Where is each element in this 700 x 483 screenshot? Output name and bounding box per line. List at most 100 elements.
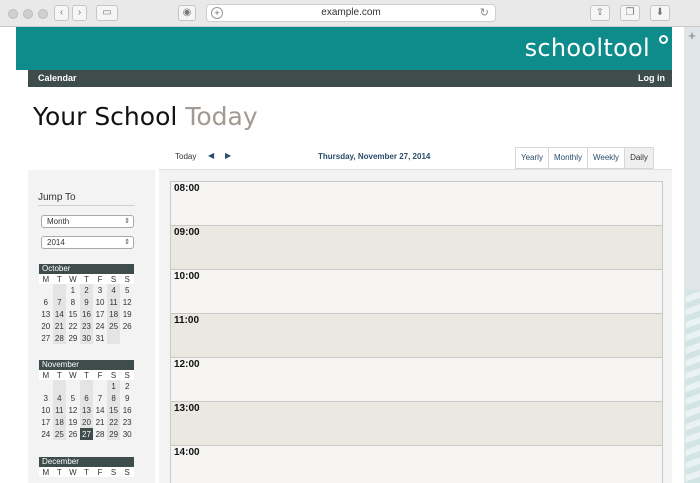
mini-calendar-november: November M T W T F S S 1 2 3 4 5 6 7 8 9 10 11 12 13 14 15 16 1…: [39, 360, 134, 440]
day-cell[interactable]: 25: [106, 320, 121, 332]
tab-weekly[interactable]: Weekly: [586, 147, 625, 169]
day-cell[interactable]: 20: [39, 320, 53, 332]
schooltool-logo[interactable]: schooltool: [525, 34, 650, 62]
day-cell[interactable]: 27: [79, 428, 94, 440]
day-cell[interactable]: 27: [39, 332, 53, 344]
day-cell[interactable]: 9: [79, 296, 94, 308]
day-cell[interactable]: 24: [93, 320, 107, 332]
day-cell[interactable]: 2: [79, 284, 94, 296]
day-cell[interactable]: 28: [52, 332, 67, 344]
tab-monthly[interactable]: Monthly: [547, 147, 587, 169]
day-cell[interactable]: 14: [52, 308, 67, 320]
day-cell[interactable]: 4: [52, 392, 67, 404]
day-cell[interactable]: 6: [79, 392, 94, 404]
day-cell[interactable]: 12: [66, 404, 80, 416]
day-cell[interactable]: 5: [66, 392, 80, 404]
day-cell[interactable]: 30: [120, 428, 134, 440]
add-tab-icon[interactable]: +: [686, 29, 698, 43]
day-cell[interactable]: 1: [106, 380, 121, 392]
day-cell[interactable]: 10: [93, 296, 107, 308]
day-cell[interactable]: 7: [52, 296, 67, 308]
today-link[interactable]: Today: [175, 152, 196, 161]
day-cell[interactable]: 17: [93, 308, 107, 320]
day-cell[interactable]: 8: [106, 392, 121, 404]
hour-slot[interactable]: 11:00: [171, 314, 662, 358]
day-cell[interactable]: 30: [79, 332, 94, 344]
day-cell[interactable]: 13: [79, 404, 94, 416]
day-cell[interactable]: 11: [52, 404, 67, 416]
hour-slot[interactable]: 10:00: [171, 270, 662, 314]
day-cell[interactable]: 29: [66, 332, 80, 344]
day-cell[interactable]: 26: [120, 320, 134, 332]
day-cell[interactable]: 26: [66, 428, 80, 440]
day-cell[interactable]: 8: [66, 296, 80, 308]
prev-day-icon[interactable]: ◀: [208, 151, 214, 160]
day-cell[interactable]: 18: [52, 416, 67, 428]
day-cell[interactable]: 23: [120, 416, 134, 428]
day-cell[interactable]: 29: [106, 428, 121, 440]
tabs-icon[interactable]: ❐: [620, 5, 640, 21]
year-select[interactable]: 2014 ⇕: [41, 236, 134, 249]
select-arrows-icon: ⇕: [124, 239, 130, 246]
tab-daily[interactable]: Daily: [624, 147, 654, 169]
day-cell[interactable]: 28: [93, 428, 107, 440]
day-cell[interactable]: 6: [39, 296, 53, 308]
day-cell[interactable]: 16: [120, 404, 134, 416]
share-privacy-icon[interactable]: ◉: [178, 5, 196, 21]
day-cell[interactable]: 9: [120, 392, 134, 404]
day-cell[interactable]: 3: [39, 392, 53, 404]
day-cell[interactable]: 24: [39, 428, 53, 440]
day-cell[interactable]: 13: [39, 308, 53, 320]
mini-calendar-month: October: [39, 264, 134, 274]
week-row: 17 18 19 20 21 22 23: [39, 416, 134, 428]
day-cell[interactable]: 15: [106, 404, 121, 416]
day-cell[interactable]: 19: [66, 416, 80, 428]
nav-calendar-link[interactable]: Calendar: [38, 73, 77, 83]
day-cell[interactable]: 2: [120, 380, 134, 392]
download-icon[interactable]: ⬇: [650, 5, 670, 21]
next-day-icon[interactable]: ▶: [225, 151, 231, 160]
day-cell[interactable]: 20: [79, 416, 94, 428]
maximize-window-icon[interactable]: [38, 9, 48, 19]
share-icon[interactable]: ⇪: [590, 5, 610, 21]
day-cell[interactable]: 7: [93, 392, 107, 404]
day-cell[interactable]: 22: [106, 416, 121, 428]
day-cell[interactable]: 1: [66, 284, 80, 296]
forward-button[interactable]: ›: [72, 5, 87, 21]
reload-icon[interactable]: ↻: [480, 5, 489, 21]
new-tab-icon[interactable]: +: [211, 7, 223, 19]
hour-slot[interactable]: 14:00: [171, 446, 662, 483]
day-cell[interactable]: 5: [120, 284, 134, 296]
day-cell[interactable]: 12: [120, 296, 134, 308]
address-bar[interactable]: + example.com ↻: [206, 4, 496, 22]
day-cell[interactable]: 19: [120, 308, 134, 320]
tab-yearly[interactable]: Yearly: [515, 147, 548, 169]
day-cell[interactable]: 17: [39, 416, 53, 428]
login-link[interactable]: Log in: [638, 73, 665, 83]
day-cell[interactable]: 21: [93, 416, 107, 428]
day-cell[interactable]: 21: [52, 320, 67, 332]
mini-calendar-grid: M T W T F S S 1 2 3 4 5 6 7 8 9 10 11 12 13 14 15 16 17 18 19 20 21…: [39, 370, 134, 440]
hour-slot[interactable]: 12:00: [171, 358, 662, 402]
day-cell[interactable]: 4: [106, 284, 121, 296]
day-cell[interactable]: 25: [52, 428, 67, 440]
minimize-window-icon[interactable]: [23, 9, 33, 19]
day-cell[interactable]: 14: [93, 404, 107, 416]
day-cell[interactable]: 11: [106, 296, 121, 308]
view-select[interactable]: Month ⇕: [41, 215, 134, 228]
day-cell[interactable]: 18: [106, 308, 121, 320]
day-cell[interactable]: 23: [79, 320, 94, 332]
hour-slot[interactable]: 09:00: [171, 226, 662, 270]
hour-slot[interactable]: 08:00: [171, 182, 662, 226]
day-cell[interactable]: 22: [66, 320, 80, 332]
sidebar-toggle-icon[interactable]: ▭: [96, 5, 118, 21]
hour-slot[interactable]: 13:00: [171, 402, 662, 446]
back-button[interactable]: ‹: [54, 5, 69, 21]
day-cell[interactable]: 15: [66, 308, 80, 320]
close-window-icon[interactable]: [8, 9, 18, 19]
day-cell[interactable]: 10: [39, 404, 53, 416]
power-icon: [659, 35, 668, 44]
day-cell[interactable]: 16: [79, 308, 94, 320]
day-cell[interactable]: 3: [93, 284, 107, 296]
day-cell[interactable]: 31: [93, 332, 107, 344]
